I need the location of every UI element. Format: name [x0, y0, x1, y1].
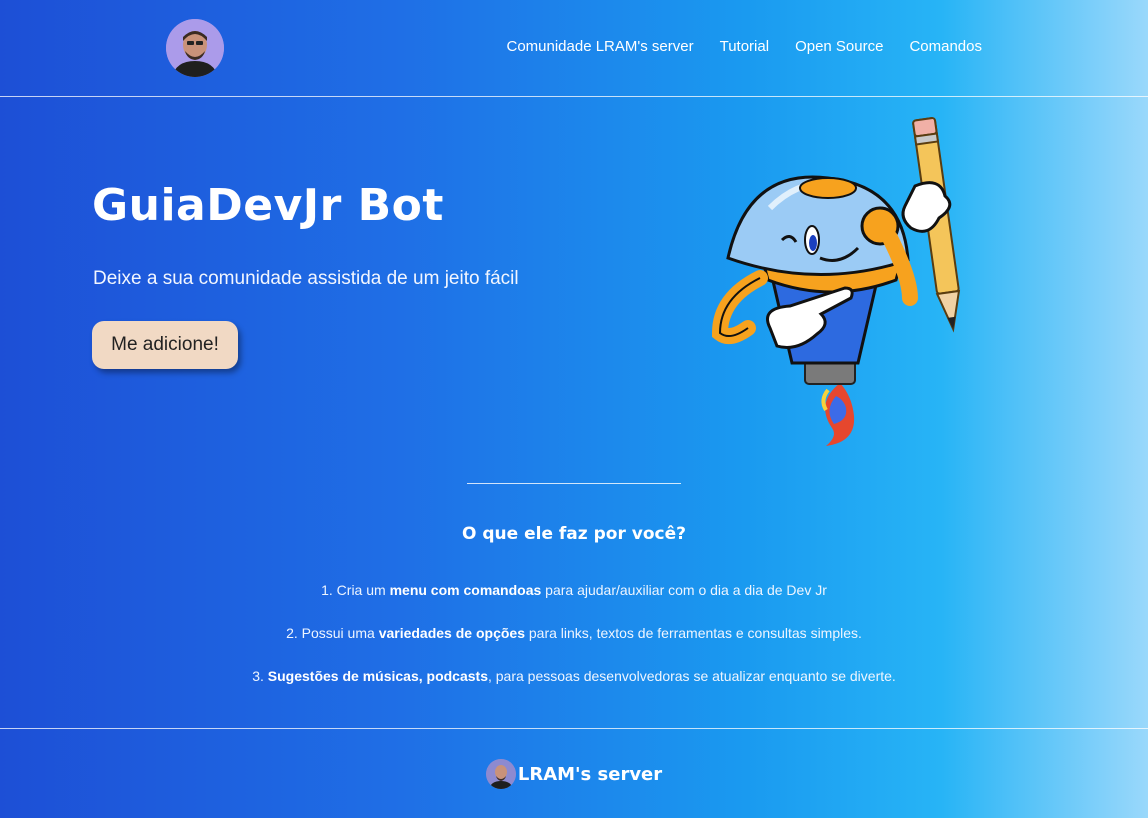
section-divider [467, 483, 681, 484]
nav-link-community[interactable]: Comunidade LRAM's server [506, 38, 693, 55]
feature-item: 2. Possui uma variedades de opções para … [0, 625, 1148, 668]
features-title: O que ele faz por você? [462, 524, 686, 544]
feature-item-text: para links, textos de ferramentas e cons… [524, 625, 862, 641]
features-list: 1. Cria um menu com comandoas para ajuda… [0, 582, 1148, 711]
feature-item-text: 3. [252, 668, 268, 684]
feature-item-text: , para pessoas desenvolvedoras se atuali… [487, 668, 896, 684]
add-bot-button[interactable]: Me adicione! [92, 321, 238, 369]
nav-link-open-source[interactable]: Open Source [795, 38, 883, 55]
footer: LRAM's server [0, 728, 1148, 818]
person-photo-icon [166, 19, 224, 77]
footer-brand-name: LRAM's server [517, 763, 663, 785]
footer-brand[interactable]: LRAM's server [0, 759, 1148, 789]
nav-link-tutorial[interactable]: Tutorial [720, 38, 769, 55]
robot-mascot-icon [711, 117, 961, 446]
feature-item-highlight: Sugestões de músicas, podcasts [267, 668, 488, 684]
profile-avatar[interactable] [166, 19, 224, 77]
hero-title: GuiaDevJr Bot [92, 180, 444, 231]
feature-item-text: para ajudar/auxiliar com o dia a dia de … [541, 582, 827, 598]
nav-link-commands[interactable]: Comandos [909, 38, 982, 55]
feature-item-highlight: menu com comandoas [389, 582, 542, 598]
footer-avatar [485, 759, 516, 789]
feature-item-text: 2. Possui uma [286, 625, 379, 641]
feature-item: 3. Sugestões de músicas, podcasts, para … [0, 668, 1148, 711]
nav-links: Comunidade LRAM's server Tutorial Open S… [506, 38, 982, 55]
feature-item: 1. Cria um menu com comandoas para ajuda… [0, 582, 1148, 625]
hero-subtitle: Deixe a sua comunidade assistida de um j… [93, 268, 519, 289]
feature-item-text: 1. Cria um [321, 582, 390, 598]
top-navbar: Comunidade LRAM's server Tutorial Open S… [0, 0, 1148, 97]
person-photo-icon [485, 759, 516, 789]
feature-item-highlight: variedades de opções [378, 625, 525, 641]
